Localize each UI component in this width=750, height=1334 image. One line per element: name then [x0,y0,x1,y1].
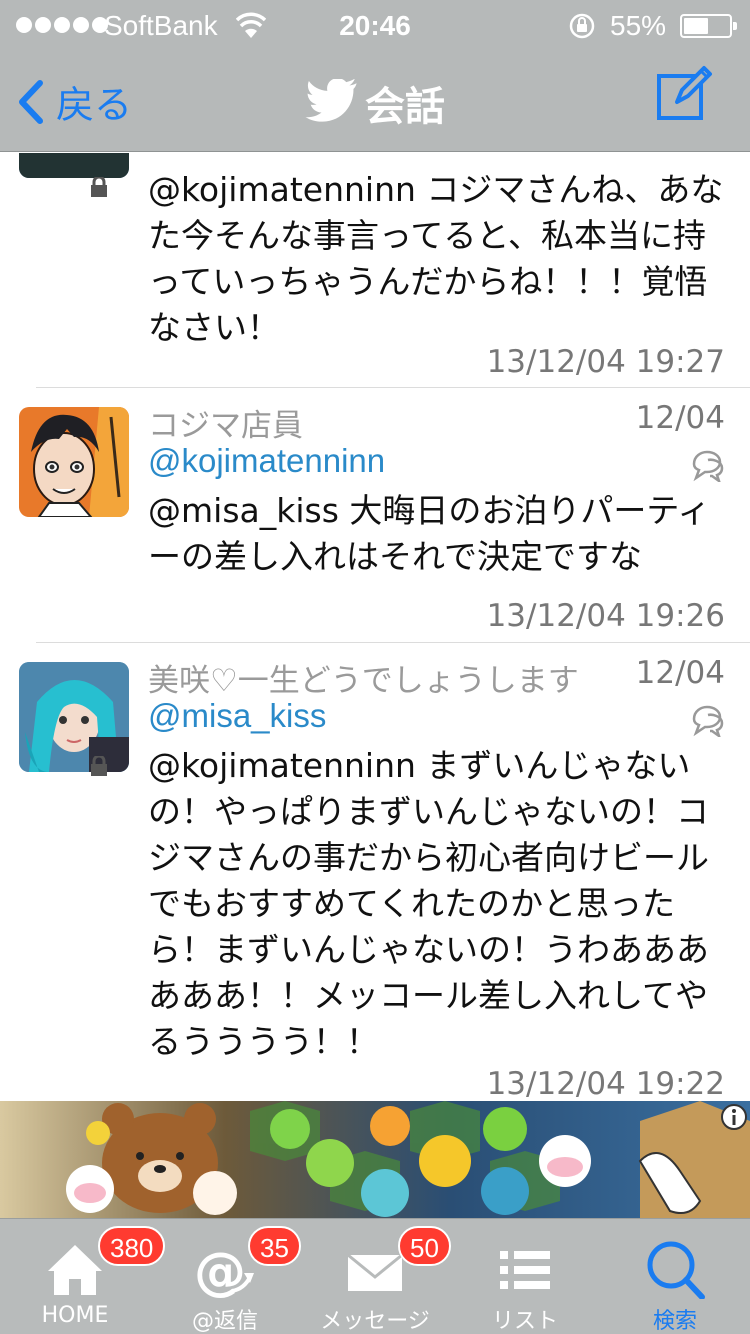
list-icon [500,1251,550,1289]
avatar[interactable] [19,407,129,517]
tweet-item[interactable]: @kojimatenninn コジマさんね、あなた今そんな事言ってると、私本当に… [0,153,750,388]
info-icon[interactable] [720,1103,748,1131]
tab-label: リスト [491,1309,558,1334]
tweet-timestamp: 13/12/04 19:26 [486,598,725,634]
tab-search[interactable]: 検索 [600,1219,750,1334]
avatar[interactable] [19,153,129,178]
tweet-timestamp: 13/12/04 19:22 [486,1066,725,1101]
avatar[interactable] [19,662,129,772]
tweet-timestamp: 13/12/04 19:27 [486,344,725,380]
notification-badge: 50 [398,1226,451,1266]
conversation-icon [692,450,724,482]
tab-bar: HOME 380 @ @返信 35 メッセージ 50 リスト 検索 [0,1218,750,1334]
bird-icon [305,79,357,122]
ad-banner[interactable] [0,1101,750,1218]
compose-icon[interactable] [655,62,715,122]
page-title: 会話 [0,74,750,132]
navigation-bar: 戻る 会話 [0,52,750,152]
tweet-item[interactable]: 美咲♡一生どうでしょうします 12/04 @misa_kiss @kojimat… [0,643,750,1101]
title-text: 会話 [365,84,445,130]
tab-home[interactable]: HOME 380 [0,1219,166,1334]
tab-label: メッセージ [320,1309,430,1334]
tweet-date: 12/04 [635,655,725,691]
conversation-icon [692,705,724,737]
conversation-timeline[interactable]: @kojimatenninn コジマさんね、あなた今そんな事言ってると、私本当に… [0,153,750,1101]
battery-percent: 55% [610,10,667,41]
tweet-body: @kojimatenninn コジマさんね、あなた今そんな事言ってると、私本当に… [148,170,724,347]
display-name: 美咲♡一生どうでしょうします [148,663,579,699]
tab-replies[interactable]: @ @返信 35 [150,1219,301,1334]
lock-icon [91,177,107,197]
search-icon [647,1241,705,1299]
battery-icon [680,14,737,38]
tab-label: @返信 [191,1309,258,1334]
notification-badge: 35 [248,1226,301,1266]
tab-messages[interactable]: メッセージ 50 [300,1219,451,1334]
lock-icon [91,756,107,776]
rotation-lock-icon [569,13,595,39]
tweet-body: @kojimatenninn まずいんじゃないの！やっぱりまずいんじゃないの！コ… [148,746,709,1061]
top-chrome: SoftBank 20:46 55% 戻る 会話 [0,0,750,152]
tab-label: HOME [41,1303,109,1328]
tweet-item[interactable]: コジマ店員 12/04 @kojimatenninn @misa_kiss 大晦… [0,388,750,643]
tweet-date: 12/04 [635,400,725,436]
user-handle[interactable]: @misa_kiss [148,697,326,735]
tab-label: 検索 [652,1309,697,1334]
status-bar: SoftBank 20:46 55% [0,0,750,52]
user-handle[interactable]: @kojimatenninn [148,442,385,480]
display-name: コジマ店員 [148,408,303,444]
tweet-body: @misa_kiss 大晦日のお泊りパーティーの差し入れはそれで決定ですな [148,491,711,576]
tab-lists[interactable]: リスト [450,1219,600,1334]
